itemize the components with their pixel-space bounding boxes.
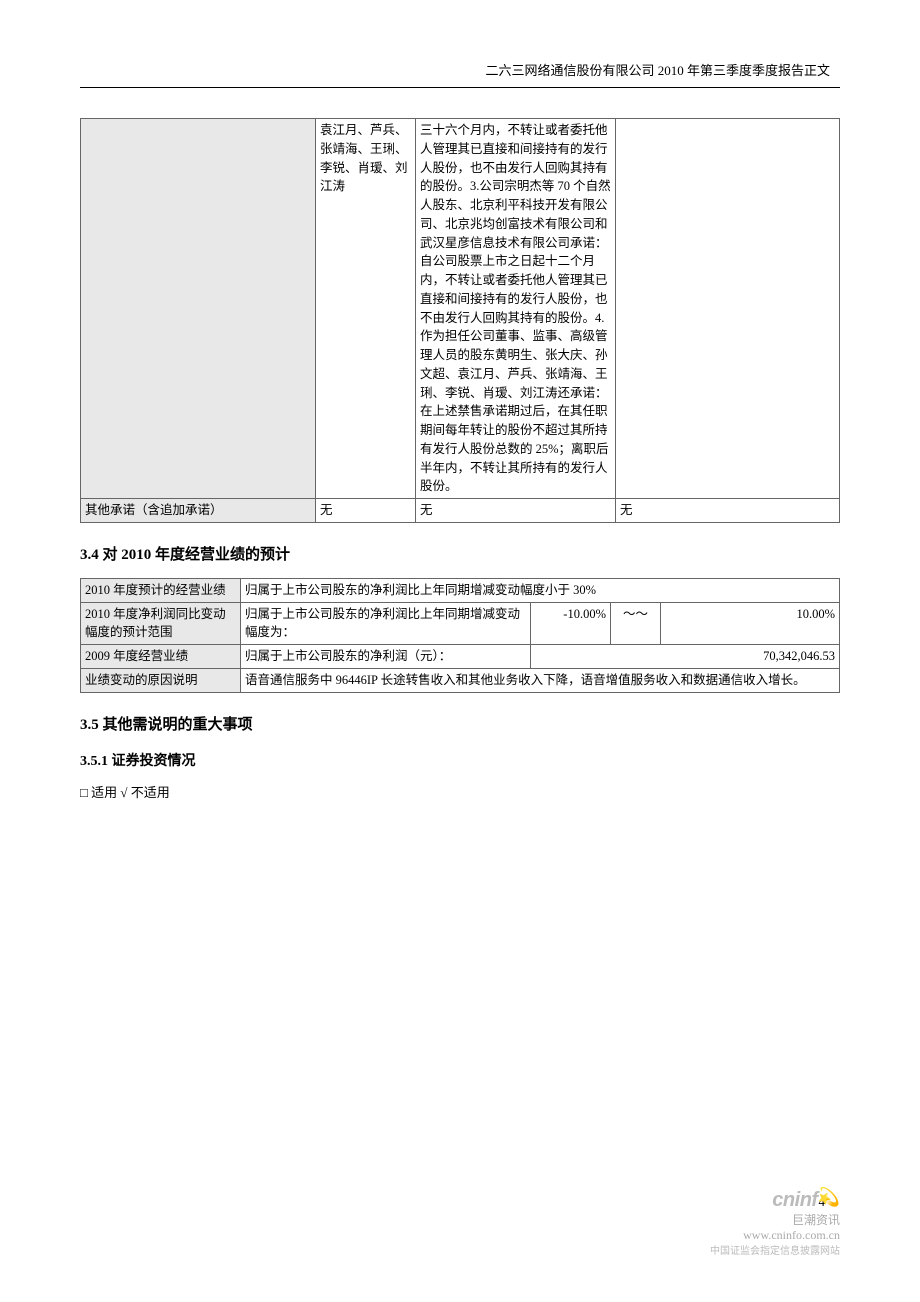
table-row: 业绩变动的原因说明 语音通信服务中 96446IP 长途转售收入和其他业务收入下… [81, 668, 840, 692]
table-row: 2009 年度经营业绩 归属于上市公司股东的净利润（元）： 70,342,046… [81, 645, 840, 669]
section-3-4-title: 3.4 对 2010 年度经营业绩的预计 [80, 543, 840, 564]
forecast-value: 归属于上市公司股东的净利润比上年同期增减变动幅度小于 30% [241, 578, 840, 602]
table-row: 2010 年度预计的经营业绩 归属于上市公司股东的净利润比上年同期增减变动幅度小… [81, 578, 840, 602]
footer-cn-text: 中国证监会指定信息披露网站 [710, 1246, 840, 1257]
applicability-checkbox: □ 适用 √ 不适用 [80, 782, 840, 801]
forecast-tilde: ～～ [611, 602, 661, 645]
page-header: 二六三网络通信股份有限公司 2010 年第三季度季度报告正文 [80, 60, 840, 79]
table-cell: 无 [616, 499, 840, 523]
forecast-label: 2010 年度预计的经营业绩 [81, 578, 241, 602]
forecast-number: 70,342,046.53 [531, 645, 840, 669]
table-cell: 无 [316, 499, 416, 523]
commitment-table: 袁江月、芦兵、张靖海、王琍、李锐、肖瑷、刘江涛 三十六个月内，不转让或者委托他人… [80, 118, 840, 523]
table-cell-names: 袁江月、芦兵、张靖海、王琍、李锐、肖瑷、刘江涛 [316, 119, 416, 499]
swirl-icon: 💫 [818, 1187, 840, 1207]
forecast-label: 2010 年度净利润同比变动幅度的预计范围 [81, 602, 241, 645]
forecast-value: 归属于上市公司股东的净利润（元）： [241, 645, 531, 669]
forecast-table: 2010 年度预计的经营业绩 归属于上市公司股东的净利润比上年同期增减变动幅度小… [80, 578, 840, 693]
footer-brand: cninf [772, 1189, 817, 1211]
footer-logo: cninf💫 巨潮资讯 www.cninfo.com.cn 中国证监会指定信息披… [710, 1187, 840, 1258]
table-row: 袁江月、芦兵、张靖海、王琍、李锐、肖瑷、刘江涛 三十六个月内，不转让或者委托他人… [81, 119, 840, 499]
table-cell [616, 119, 840, 499]
table-row: 其他承诺（含追加承诺） 无 无 无 [81, 499, 840, 523]
forecast-low: -10.00% [531, 602, 611, 645]
table-cell-commitment: 三十六个月内，不转让或者委托他人管理其已直接和间接持有的发行人股份，也不由发行人… [416, 119, 616, 499]
table-cell: 无 [416, 499, 616, 523]
forecast-value: 归属于上市公司股东的净利润比上年同期增减变动幅度为： [241, 602, 531, 645]
forecast-high: 10.00% [661, 602, 840, 645]
header-divider [80, 87, 840, 88]
section-3-5-title: 3.5 其他需说明的重大事项 [80, 713, 840, 734]
table-cell-other-commitment: 其他承诺（含追加承诺） [81, 499, 316, 523]
table-cell [81, 119, 316, 499]
forecast-label: 业绩变动的原因说明 [81, 668, 241, 692]
footer-sub-brand: 巨潮资讯 [792, 1213, 840, 1227]
section-3-5-1-title: 3.5.1 证券投资情况 [80, 750, 840, 770]
forecast-label: 2009 年度经营业绩 [81, 645, 241, 669]
footer-url: www.cninfo.com.cn [743, 1228, 840, 1242]
forecast-value: 语音通信服务中 96446IP 长途转售收入和其他业务收入下降，语音增值服务收入… [241, 668, 840, 692]
table-row: 2010 年度净利润同比变动幅度的预计范围 归属于上市公司股东的净利润比上年同期… [81, 602, 840, 645]
